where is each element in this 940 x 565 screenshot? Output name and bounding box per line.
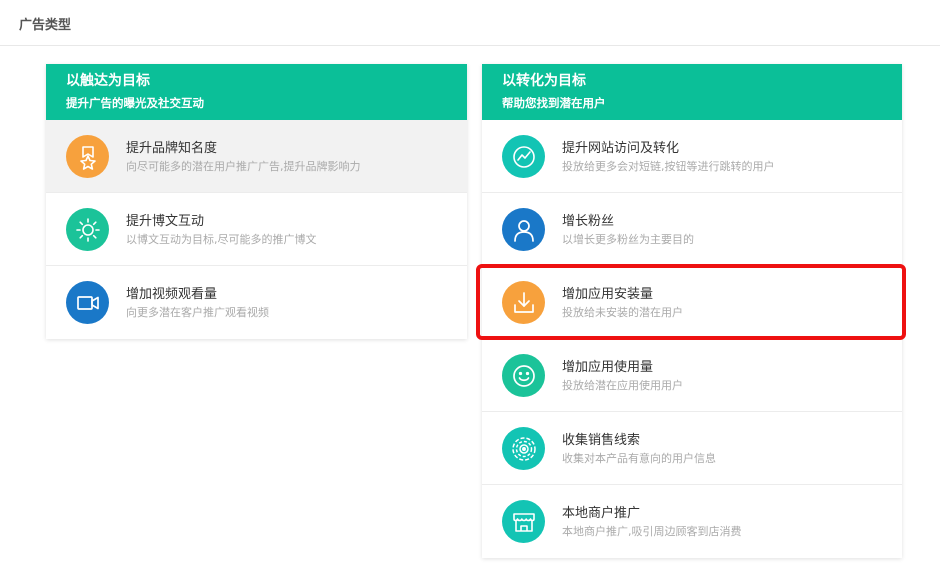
reach-goal-title: 以触达为目标 bbox=[66, 73, 150, 89]
download-icon bbox=[502, 281, 545, 324]
ad-type-app-installs[interactable]: 增加应用安装量 投放给未安装的潜在用户 bbox=[482, 266, 902, 339]
item-desc: 本地商户推广,吸引周边顾客到店消费 bbox=[562, 525, 742, 538]
badge-star-icon bbox=[66, 135, 109, 178]
item-desc: 以增长更多粉丝为主要目的 bbox=[562, 233, 694, 246]
user-icon bbox=[502, 208, 545, 251]
item-desc: 投放给未安装的潜在用户 bbox=[562, 306, 683, 319]
ad-type-app-engagement[interactable]: 增加应用使用量 投放给潜在应用使用用户 bbox=[482, 339, 902, 412]
ad-type-brand-awareness[interactable]: 提升品牌知名度 向尽可能多的潜在用户推广广告,提升品牌影响力 bbox=[46, 120, 467, 193]
video-camera-icon bbox=[66, 281, 109, 324]
page-header: 广告类型 bbox=[0, 0, 940, 46]
reach-goal-header: 以触达为目标 提升广告的曝光及社交互动 bbox=[46, 64, 467, 120]
item-title: 增长粉丝 bbox=[562, 214, 615, 229]
ad-type-grow-followers[interactable]: 增长粉丝 以增长更多粉丝为主要目的 bbox=[482, 193, 902, 266]
reach-goal-column: 以触达为目标 提升广告的曝光及社交互动 提升品牌知名度 向尽可能多的潜在用户推广… bbox=[46, 64, 467, 339]
ad-type-website-conversion[interactable]: 提升网站访问及转化 投放给更多会对短链,按钮等进行跳转的用户 bbox=[482, 120, 902, 193]
ad-type-local-business[interactable]: 本地商户推广 本地商户推广,吸引周边顾客到店消费 bbox=[482, 485, 902, 558]
ad-type-video-views[interactable]: 增加视频观看量 向更多潜在客户推广观看视频 bbox=[46, 266, 467, 339]
item-desc: 向更多潜在客户推广观看视频 bbox=[126, 306, 269, 319]
item-title: 提升品牌知名度 bbox=[126, 141, 218, 156]
item-desc: 以博文互动为目标,尽可能多的推广博文 bbox=[126, 233, 317, 246]
trend-chart-icon bbox=[502, 135, 545, 178]
conversion-goal-subtitle: 帮助您找到潜在用户 bbox=[502, 96, 606, 110]
ad-type-lead-generation[interactable]: 收集销售线索 收集对本产品有意向的用户信息 bbox=[482, 412, 902, 485]
item-title: 提升博文互动 bbox=[126, 214, 205, 229]
conversion-goal-column: 以转化为目标 帮助您找到潜在用户 提升网站访问及转化 投放给更多会对短链,按钮等… bbox=[482, 64, 902, 558]
item-title: 收集销售线索 bbox=[562, 433, 641, 448]
item-title: 增加应用安装量 bbox=[562, 287, 654, 302]
item-desc: 投放给更多会对短链,按钮等进行跳转的用户 bbox=[562, 160, 775, 173]
item-desc: 投放给潜在应用使用用户 bbox=[562, 379, 683, 392]
reach-goal-subtitle: 提升广告的曝光及社交互动 bbox=[66, 96, 204, 110]
item-title: 提升网站访问及转化 bbox=[562, 141, 680, 156]
storefront-icon bbox=[502, 500, 545, 543]
conversion-goal-header: 以转化为目标 帮助您找到潜在用户 bbox=[482, 64, 902, 120]
item-desc: 收集对本产品有意向的用户信息 bbox=[562, 452, 716, 465]
smiley-icon bbox=[502, 354, 545, 397]
sun-icon bbox=[66, 208, 109, 251]
item-desc: 向尽可能多的潜在用户推广广告,提升品牌影响力 bbox=[126, 160, 361, 173]
target-rings-icon bbox=[502, 427, 545, 470]
conversion-goal-title: 以转化为目标 bbox=[502, 73, 586, 89]
item-title: 增加应用使用量 bbox=[562, 360, 654, 375]
page-title: 广告类型 bbox=[19, 18, 72, 33]
item-title: 本地商户推广 bbox=[562, 506, 641, 521]
ad-type-post-engagement[interactable]: 提升博文互动 以博文互动为目标,尽可能多的推广博文 bbox=[46, 193, 467, 266]
item-title: 增加视频观看量 bbox=[126, 287, 218, 302]
